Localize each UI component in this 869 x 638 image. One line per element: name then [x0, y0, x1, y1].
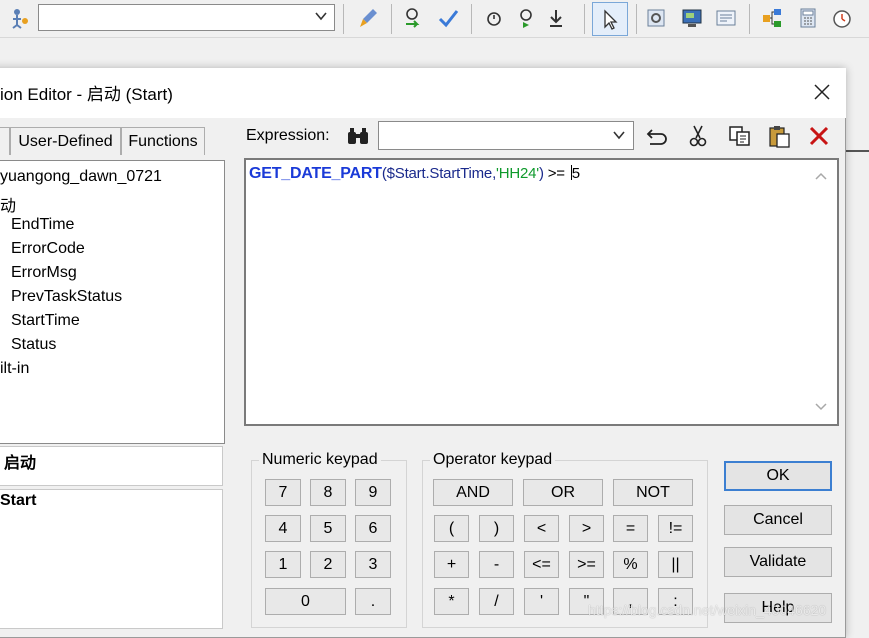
expression-editor[interactable]: GET_DATE_PART($Start.StartTime,'HH24') >…	[244, 158, 839, 426]
key-5[interactable]: 5	[310, 515, 346, 542]
tab-hidden[interactable]	[0, 127, 10, 155]
expression-label: Expression:	[246, 127, 330, 144]
key-not-equals[interactable]: !=	[658, 515, 693, 542]
key-3[interactable]: 3	[355, 551, 391, 578]
close-button[interactable]	[808, 78, 836, 106]
key-percent[interactable]: %	[613, 551, 648, 578]
watermark: https://blog.csdn.net/weixin_40046620	[588, 602, 827, 618]
find-binoculars-icon[interactable]	[345, 123, 371, 149]
workflow-icon[interactable]	[8, 6, 32, 30]
tree-item[interactable]: 动	[0, 192, 16, 216]
key-8[interactable]: 8	[310, 479, 346, 506]
key-and[interactable]: AND	[433, 479, 513, 506]
dialog-title: ion Editor - 启动 (Start)	[0, 85, 173, 104]
key-plus[interactable]: +	[434, 551, 469, 578]
key-greater-equal[interactable]: >=	[569, 551, 604, 578]
operator-keypad-label: Operator keypad	[430, 451, 556, 469]
calculator-icon[interactable]	[796, 6, 820, 30]
tree-item[interactable]: EndTime	[11, 216, 74, 234]
checkmark-icon[interactable]	[436, 6, 460, 30]
key-less-than[interactable]: <	[524, 515, 559, 542]
key-divide[interactable]: /	[479, 588, 514, 615]
tab-functions[interactable]: Functions	[121, 127, 205, 155]
delete-x-icon[interactable]	[806, 123, 832, 149]
brush-icon[interactable]	[356, 6, 380, 30]
tree-item[interactable]: yuangong_dawn_0721	[0, 168, 162, 186]
key-less-equal[interactable]: <=	[524, 551, 559, 578]
toolbar-separator	[636, 4, 637, 34]
toolbar-separator	[391, 4, 392, 34]
scroll-up-icon[interactable]	[815, 168, 827, 185]
monitor-icon[interactable]	[680, 6, 704, 30]
toolbar-separator	[343, 4, 344, 34]
code-variable: $Start.StartTime	[386, 165, 493, 182]
code-number: 5	[571, 165, 580, 182]
key-or[interactable]: OR	[523, 479, 603, 506]
key-multiply[interactable]: *	[434, 588, 469, 615]
key-decimal[interactable]: .	[355, 588, 391, 615]
toolbar-separator	[471, 4, 472, 34]
ok-button[interactable]: OK	[724, 461, 832, 491]
key-not[interactable]: NOT	[613, 479, 693, 506]
scroll-down-icon[interactable]	[815, 399, 827, 416]
code-string: 'HH24'	[496, 165, 539, 182]
download-arrow-icon[interactable]	[544, 6, 568, 30]
background-window-edge	[846, 150, 869, 152]
key-minus[interactable]: -	[479, 551, 514, 578]
tree-item[interactable]: ilt-in	[0, 360, 29, 378]
cursor-icon	[604, 9, 618, 30]
gear-doc-icon[interactable]	[644, 6, 668, 30]
code-operator: >=	[543, 165, 569, 182]
tree-item[interactable]: Status	[11, 336, 56, 354]
key-9[interactable]: 9	[355, 479, 391, 506]
close-icon	[814, 84, 830, 100]
key-greater-than[interactable]: >	[569, 515, 604, 542]
timer-icon[interactable]	[482, 6, 506, 30]
key-1[interactable]: 1	[265, 551, 301, 578]
object-description-panel	[0, 489, 223, 629]
key-0[interactable]: 0	[265, 588, 346, 615]
key-2[interactable]: 2	[310, 551, 346, 578]
key-paren-close[interactable]: )	[479, 515, 514, 542]
key-concat[interactable]: ||	[658, 551, 693, 578]
object-name-text: 启动	[4, 455, 37, 472]
toolbar-combo[interactable]	[38, 4, 335, 31]
expression-code: GET_DATE_PART($Start.StartTime,'HH24') >…	[249, 165, 580, 183]
key-paren-open[interactable]: (	[434, 515, 469, 542]
key-single-quote[interactable]: '	[524, 588, 559, 615]
tree-item[interactable]: ErrorMsg	[11, 264, 77, 282]
key-6[interactable]: 6	[355, 515, 391, 542]
toolbar-separator	[749, 4, 750, 34]
key-equals[interactable]: =	[613, 515, 648, 542]
stopwatch-icon[interactable]	[830, 6, 854, 30]
tree-item[interactable]: PrevTaskStatus	[11, 288, 122, 306]
task-arrow-icon[interactable]	[402, 6, 426, 30]
code-function: GET_DATE_PART	[249, 165, 382, 182]
tree-item[interactable]: StartTime	[11, 312, 80, 330]
chevron-down-icon	[612, 128, 626, 146]
pointer-tool-button[interactable]	[592, 2, 628, 36]
key-4[interactable]: 4	[265, 515, 301, 542]
object-description-text: Start	[0, 492, 37, 509]
form-icon[interactable]	[714, 6, 738, 30]
cut-scissors-icon[interactable]	[685, 123, 711, 149]
toolbar-separator	[584, 4, 585, 34]
key-7[interactable]: 7	[265, 479, 301, 506]
copy-icon[interactable]	[727, 123, 753, 149]
tab-user-defined[interactable]: User-Defined	[10, 127, 121, 155]
cancel-button[interactable]: Cancel	[724, 505, 832, 535]
tree-item[interactable]: ErrorCode	[11, 240, 85, 258]
paste-clipboard-icon[interactable]	[766, 123, 792, 149]
expression-search-combo[interactable]	[378, 121, 634, 150]
validate-button[interactable]: Validate	[724, 547, 832, 577]
numeric-keypad-label: Numeric keypad	[259, 451, 381, 469]
run-task-icon[interactable]	[514, 6, 538, 30]
hierarchy-icon[interactable]	[760, 6, 784, 30]
chevron-down-icon	[314, 9, 328, 27]
undo-icon[interactable]	[645, 123, 671, 149]
